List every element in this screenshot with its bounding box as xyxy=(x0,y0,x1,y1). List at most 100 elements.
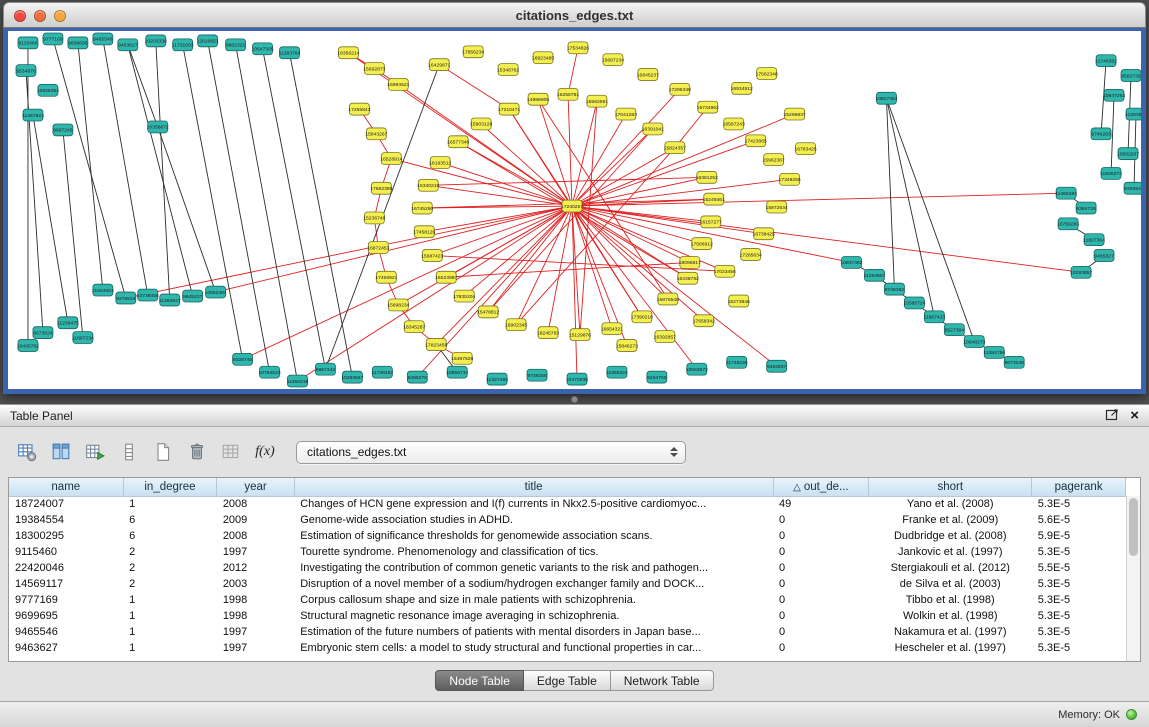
table-cell[interactable]: Wolkin et al. (1998) xyxy=(869,608,1032,624)
graph-node[interactable]: 15340219 xyxy=(417,179,439,191)
table-cell[interactable]: 9777169 xyxy=(9,592,123,608)
graph-node[interactable]: 11457823 xyxy=(22,109,44,121)
graph-node[interactable]: 15872634 xyxy=(766,201,788,213)
table-cell[interactable]: 5.5E-5 xyxy=(1032,560,1126,576)
columns-icon[interactable] xyxy=(48,439,74,465)
table-cell[interactable]: 1997 xyxy=(217,640,294,656)
column-header-year[interactable]: year xyxy=(217,478,294,496)
graph-node[interactable]: 10582937 xyxy=(1117,148,1139,160)
graph-node[interactable]: 9465827 xyxy=(1094,250,1114,262)
graph-node[interactable]: 17856234 xyxy=(462,46,484,58)
graph-node[interactable]: 9582736 xyxy=(1121,70,1141,82)
column-header-name[interactable]: name xyxy=(9,478,123,496)
table-cell[interactable]: 49 xyxy=(773,496,869,512)
table-cell[interactable]: 5.3E-5 xyxy=(1032,576,1126,592)
graph-node[interactable]: 9699695 xyxy=(68,37,88,49)
graph-node[interactable]: 11865324 xyxy=(606,366,628,378)
graph-node[interactable]: 16023987 xyxy=(435,271,457,283)
table-cell[interactable]: 2 xyxy=(123,576,217,592)
table-cell[interactable]: 0 xyxy=(773,528,869,544)
graph-node[interactable]: 16845237 xyxy=(637,69,659,81)
graph-node[interactable]: 10948273 xyxy=(963,336,985,348)
graph-node[interactable]: 10472938 xyxy=(566,373,588,385)
table-cell[interactable]: Stergiakouli et al. (2012) xyxy=(869,560,1032,576)
graph-node[interactable]: 17586912 xyxy=(691,238,713,250)
graph-node[interactable]: 9746283 xyxy=(1091,128,1111,140)
graph-node[interactable]: 17348256 xyxy=(779,173,801,185)
table-row[interactable]: 1938455462009Genome-wide association stu… xyxy=(9,512,1126,528)
float-panel-icon[interactable] xyxy=(1105,407,1120,424)
table-cell[interactable]: Estimation of the future numbers of pati… xyxy=(294,624,773,640)
graph-node[interactable]: 17658342 xyxy=(693,315,715,327)
table-cell[interactable]: Changes of HCN gene expression and I(f) … xyxy=(294,496,773,512)
graph-node[interactable]: 11327465 xyxy=(486,373,508,385)
table-cell[interactable]: 19384554 xyxy=(9,512,123,528)
graph-node[interactable]: 10856734 xyxy=(446,366,468,378)
graph-node[interactable]: 9738256 xyxy=(527,369,547,381)
graph-node[interactable]: 11746382 xyxy=(1095,55,1117,67)
graph-node[interactable]: 16429871 xyxy=(428,59,450,71)
table-cell[interactable]: 1 xyxy=(123,640,217,656)
graph-node[interactable]: 11846273 xyxy=(1100,167,1122,179)
graph-node[interactable]: 9463627 xyxy=(118,39,138,51)
table-cell[interactable]: 5.3E-5 xyxy=(1032,544,1126,560)
table-cell[interactable]: 5.9E-5 xyxy=(1032,528,1126,544)
table-cell[interactable]: 5.3E-5 xyxy=(1032,496,1126,512)
add-column-icon[interactable] xyxy=(82,439,108,465)
table-cell[interactable]: Embryonic stem cells: a model to study s… xyxy=(294,640,773,656)
table-cell[interactable]: 0 xyxy=(773,576,869,592)
table-cell[interactable]: 0 xyxy=(773,512,869,528)
table-row[interactable]: 946362711997Embryonic stem cells: a mode… xyxy=(9,640,1126,656)
graph-node[interactable]: 15846273 xyxy=(616,340,638,352)
graph-node[interactable]: 17285634 xyxy=(740,249,762,261)
graph-node[interactable]: 11283764 xyxy=(279,47,301,59)
graph-node[interactable]: 10562384 xyxy=(205,286,227,298)
graph-node[interactable]: 10358672 xyxy=(147,121,169,133)
graph-node[interactable]: 16902345 xyxy=(505,319,527,331)
table-cell[interactable]: de Silva et al. (2003) xyxy=(869,576,1032,592)
graph-node[interactable]: 10837462 xyxy=(840,256,862,268)
table-row[interactable]: 969969511998Structural magnetic resonanc… xyxy=(9,608,1126,624)
graph-node[interactable]: 10203338 xyxy=(145,35,167,47)
table-cell[interactable]: 1 xyxy=(123,592,217,608)
graph-node[interactable]: 9485276 xyxy=(407,371,427,383)
graph-node[interactable]: 15236748 xyxy=(363,212,385,224)
graph-node[interactable]: 16438792 xyxy=(677,272,699,284)
graph-node[interactable]: 15348762 xyxy=(497,64,519,76)
table-cell[interactable]: 9699695 xyxy=(9,608,123,624)
graph-node[interactable]: 9293847 xyxy=(1124,182,1141,194)
graph-node[interactable]: 16934512 xyxy=(731,82,753,94)
graph-node[interactable]: 15962387 xyxy=(763,154,785,166)
table-cell[interactable]: Structural magnetic resonance image aver… xyxy=(294,608,773,624)
graph-node[interactable]: 11738462 xyxy=(371,366,393,378)
graph-node[interactable]: 11867423 xyxy=(923,311,945,323)
graph-node[interactable]: 11456238 xyxy=(287,375,309,387)
graph-node[interactable]: 15487629 xyxy=(451,352,473,364)
graph-node[interactable]: 9867342 xyxy=(315,363,335,375)
table-cell[interactable]: 9463627 xyxy=(9,640,123,656)
graph-node[interactable]: 16654321 xyxy=(601,323,623,335)
tab-edge-table[interactable]: Edge Table xyxy=(524,670,611,691)
graph-node[interactable]: 17041283 xyxy=(615,108,637,120)
graph-node[interactable]: 9384726 xyxy=(1076,202,1096,214)
table-cell[interactable]: Nakamura et al. (1997) xyxy=(869,624,1032,640)
graph-node[interactable]: 9845237 xyxy=(183,290,203,302)
graph-node[interactable]: 15734862 xyxy=(697,101,719,113)
table-cell[interactable]: 9115460 xyxy=(9,544,123,560)
graph-node[interactable]: 18245763 xyxy=(537,327,559,339)
graph-node[interactable]: 10385724 xyxy=(903,297,925,309)
graph-node[interactable]: 15692873 xyxy=(363,63,385,75)
graph-node[interactable]: 15478812 xyxy=(477,306,499,318)
graph-node[interactable]: 18356214 xyxy=(337,47,359,59)
graph-node[interactable]: 9284765 xyxy=(647,371,667,383)
graph-node[interactable]: 15824357 xyxy=(664,142,686,154)
table-cell[interactable]: 5.3E-5 xyxy=(1032,640,1126,656)
table-cell[interactable]: 5.3E-5 xyxy=(1032,624,1126,640)
table-cell[interactable]: 0 xyxy=(773,560,869,576)
column-header-title[interactable]: title xyxy=(294,478,773,496)
graph-node[interactable]: 9687245 xyxy=(53,124,73,136)
close-panel-icon[interactable]: × xyxy=(1130,409,1139,423)
minimize-traffic-light-icon[interactable] xyxy=(34,10,46,22)
table-cell[interactable]: Corpus callosum shape and size in male p… xyxy=(294,592,773,608)
table-cell[interactable]: Yano et al. (2008) xyxy=(869,496,1032,512)
